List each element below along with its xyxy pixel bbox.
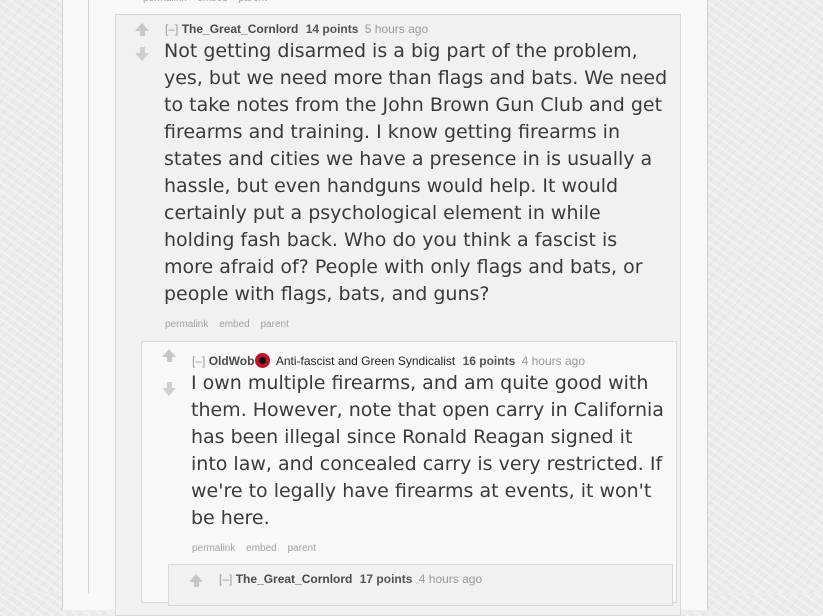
embed-link[interactable]: embed [219,319,250,330]
comment-timestamp: 5 hours ago [364,22,429,36]
parent-link[interactable]: parent [239,0,267,4]
permalink-link[interactable]: permalink [192,543,235,554]
comment-body: I own multiple firearms, and am quite go… [191,370,664,532]
permalink-link[interactable]: permalink [143,0,186,4]
comment-score: 16 points [462,354,516,368]
comment-buttons: permalink embed parent [192,543,324,554]
comment-text: I own multiple firearms, and am quite go… [191,372,664,529]
parent-link[interactable]: parent [288,543,316,554]
upvote-arrow-icon[interactable] [135,23,149,36]
author-link[interactable]: The_Great_Cornlord [182,22,299,36]
comment-timestamp: 4 hours ago [418,572,483,586]
downvote-arrow-icon[interactable] [162,382,176,396]
comment-body: Not getting disarmed is a big part of th… [164,38,667,308]
comment-tagline: [–] The_Great_Cornlord 14 points 5 hours… [165,22,428,36]
comment-score: 17 points [359,572,413,586]
anarchist-flag-icon [255,353,271,368]
embed-link[interactable]: embed [197,0,228,4]
permalink-link[interactable]: permalink [165,319,208,330]
comment-buttons: permalink embed parent [165,319,297,330]
comment-score: 14 points [305,22,359,36]
comment-text: Not getting disarmed is a big part of th… [164,40,668,305]
collapse-toggle[interactable]: [–] [165,22,178,36]
collapse-toggle[interactable]: [–] [192,354,205,368]
comment-tagline: [–] OldWob Anti-fascist and Green Syndic… [192,353,585,368]
author-link[interactable]: The_Great_Cornlord [236,572,353,586]
upvote-arrow-icon[interactable] [189,574,203,587]
downvote-arrow-icon[interactable] [135,47,149,61]
author-link[interactable]: OldWob [209,354,255,368]
comment-timestamp: 4 hours ago [521,354,585,368]
user-flair: Anti-fascist and Green Syndicalist [275,354,456,368]
thread-indent-line [88,0,89,593]
previous-comment-buttons: permalink embed parent [143,0,275,4]
comment-tagline: [–] The_Great_Cornlord 17 points 4 hours… [219,572,482,586]
parent-link[interactable]: parent [261,319,289,330]
collapse-toggle[interactable]: [–] [219,572,232,586]
embed-link[interactable]: embed [246,543,277,554]
upvote-arrow-icon[interactable] [162,349,176,362]
